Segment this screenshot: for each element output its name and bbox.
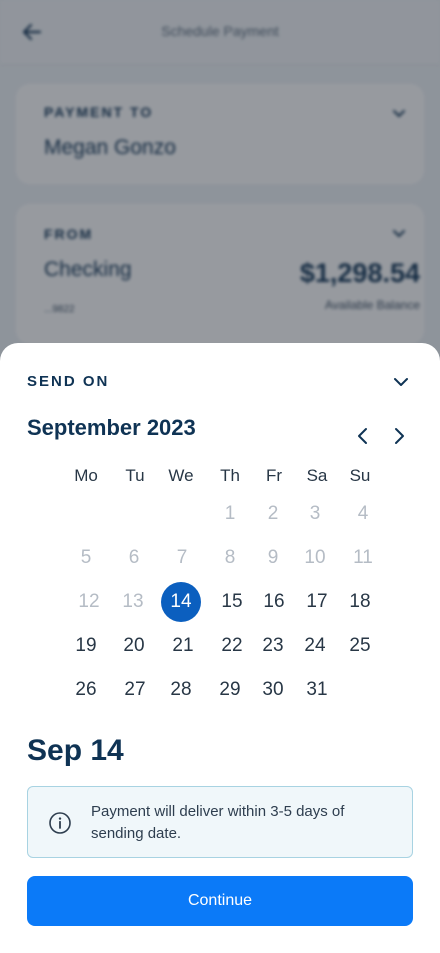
calendar-day: 9 bbox=[267, 547, 279, 568]
delivery-info-banner: Payment will deliver within 3-5 days of … bbox=[27, 786, 413, 858]
calendar-day[interactable]: 18 bbox=[340, 582, 380, 622]
calendar-day: 12 bbox=[78, 591, 100, 612]
calendar-week: 26 27 28 29 30 31 bbox=[64, 670, 384, 714]
calendar-day[interactable]: 17 bbox=[297, 582, 337, 622]
calendar-day: 5 bbox=[80, 547, 92, 568]
selected-day-number: 14 bbox=[170, 591, 192, 612]
calendar-day: 7 bbox=[176, 547, 188, 568]
calendar-day[interactable]: 16 bbox=[254, 582, 294, 622]
calendar-day: 10 bbox=[304, 547, 326, 568]
calendar-day: 2 bbox=[267, 503, 279, 524]
weekday-label: Su bbox=[349, 466, 371, 485]
calendar-day[interactable]: 28 bbox=[161, 670, 201, 710]
chevron-right-icon bbox=[395, 428, 404, 444]
info-message: Payment will deliver within 3-5 days of … bbox=[91, 803, 345, 842]
previous-month-button[interactable] bbox=[353, 426, 373, 446]
calendar-day[interactable]: 31 bbox=[297, 670, 337, 710]
calendar-day[interactable]: 20 bbox=[114, 626, 154, 666]
info-icon bbox=[48, 811, 72, 835]
collapse-sheet-button[interactable] bbox=[393, 374, 409, 390]
calendar-day[interactable]: 21 bbox=[163, 626, 203, 666]
calendar-day: 6 bbox=[128, 547, 140, 568]
calendar-day: 13 bbox=[122, 591, 144, 612]
calendar-day[interactable]: 25 bbox=[340, 626, 380, 666]
selected-date-label: Sep 14 bbox=[27, 734, 124, 767]
calendar-week: 5 6 7 8 9 10 11 bbox=[64, 538, 384, 582]
calendar-day[interactable]: 19 bbox=[66, 626, 106, 666]
calendar-day: 11 bbox=[353, 547, 373, 568]
calendar-day[interactable]: 24 bbox=[295, 626, 335, 666]
calendar-day[interactable]: 22 bbox=[212, 626, 252, 666]
calendar-day[interactable]: 23 bbox=[253, 626, 293, 666]
chevron-left-icon bbox=[358, 428, 367, 444]
weekday-label: Mo bbox=[74, 466, 98, 485]
calendar-day: 8 bbox=[224, 547, 236, 568]
weekday-label: Tu bbox=[125, 466, 145, 485]
weekday-label: Th bbox=[220, 466, 240, 485]
next-month-button[interactable] bbox=[389, 426, 409, 446]
calendar-day-selected[interactable]: 14 bbox=[161, 582, 201, 622]
calendar-day[interactable]: 30 bbox=[253, 670, 293, 710]
sheet-title: SEND ON bbox=[27, 373, 110, 390]
weekday-label: We bbox=[168, 466, 194, 485]
continue-button[interactable]: Continue bbox=[27, 876, 413, 926]
month-title: September 2023 bbox=[27, 415, 196, 440]
calendar-day[interactable]: 29 bbox=[210, 670, 250, 710]
calendar-day: 1 bbox=[224, 503, 236, 524]
calendar-day: 4 bbox=[357, 503, 369, 524]
calendar-week: 1 2 3 4 bbox=[64, 494, 384, 538]
calendar-day[interactable]: 15 bbox=[212, 582, 252, 622]
chevron-down-icon bbox=[394, 378, 408, 386]
calendar-day[interactable]: 26 bbox=[66, 670, 106, 710]
calendar-day: 3 bbox=[309, 503, 321, 524]
weekday-label: Sa bbox=[306, 466, 328, 485]
calendar-day[interactable]: 27 bbox=[115, 670, 155, 710]
weekday-label: Fr bbox=[265, 466, 283, 485]
calendar-week: 19 20 21 22 23 24 25 bbox=[64, 626, 384, 670]
calendar-week: 12 13 14 15 16 17 18 bbox=[64, 582, 384, 626]
